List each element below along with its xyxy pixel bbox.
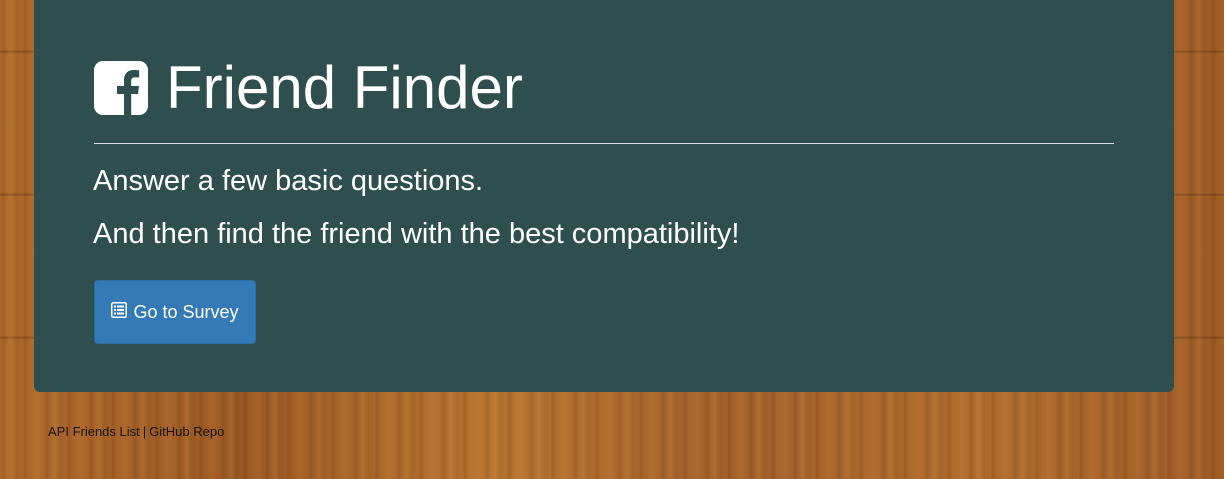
facebook-square-icon: [94, 61, 148, 115]
api-friends-list-link[interactable]: API Friends List: [48, 424, 140, 439]
lead-text-questions: Answer a few basic questions.: [93, 165, 484, 197]
footer-links: API Friends List | GitHub Repo: [48, 424, 224, 439]
github-repo-link[interactable]: GitHub Repo: [149, 424, 224, 439]
footer-separator: |: [142, 424, 147, 439]
title-divider: [94, 143, 1114, 144]
list-alt-icon: [111, 302, 128, 318]
page-title: Friend Finder: [166, 54, 523, 121]
go-to-survey-label: Go to Survey: [133, 301, 239, 322]
lead-text-compatibility: And then find the friend with the best c…: [93, 218, 740, 250]
go-to-survey-button[interactable]: Go to Survey: [94, 280, 256, 344]
page-title-row: Friend Finder: [94, 55, 523, 121]
jumbotron-panel: Friend Finder Answer a few basic questio…: [34, 0, 1174, 392]
